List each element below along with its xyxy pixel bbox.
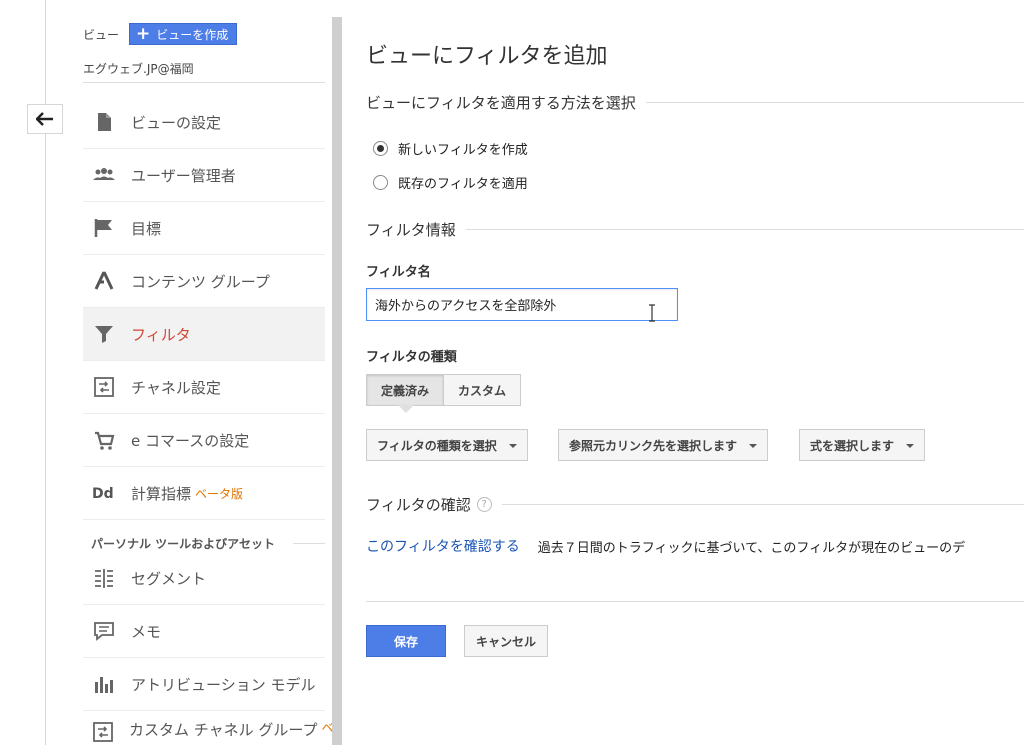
sidebar-item-label: e コマースの設定 <box>131 431 250 450</box>
back-button[interactable] <box>27 104 63 134</box>
sidebar-item-label: カスタム チャネル グループ <box>129 721 318 739</box>
sidebar-item-custom-channel-groups[interactable]: カスタム チャネル グループ ベ <box>83 711 334 745</box>
sidebar-item-label: 目標 <box>131 219 162 238</box>
segment-icon <box>91 565 117 591</box>
sidebar: ビュー + ビューを作成 エグウェブ.JP@福岡 ビューの設定 ユーザー管理者 … <box>83 0 334 745</box>
heading-rule <box>465 229 1024 230</box>
document-icon <box>91 109 117 135</box>
chevron-down-icon <box>508 444 517 448</box>
filter-type-dropdown[interactable]: フィルタの種類を選択 <box>366 429 528 461</box>
chevron-down-icon <box>906 444 915 448</box>
radio-new-filter[interactable]: 新しいフィルタを作成 <box>373 139 528 158</box>
filter-info-heading-text: フィルタ情報 <box>366 221 456 239</box>
sidebar-item-content-groups[interactable]: コンテンツ グループ <box>83 255 325 308</box>
radio-new-filter-label: 新しいフィルタを作成 <box>398 143 528 158</box>
attribution-icon <box>91 671 117 697</box>
sidebar-item-label: メモ <box>131 622 162 641</box>
expression-dropdown[interactable]: 式を選択します <box>799 429 926 461</box>
sidebar-item-label: アトリビューション モデル <box>131 675 316 694</box>
radio-button-selected[interactable] <box>373 141 388 156</box>
tab-custom[interactable]: カスタム <box>444 374 522 406</box>
cart-icon <box>91 427 117 453</box>
channel-icon <box>91 374 117 400</box>
source-destination-dropdown-label: 参照元カリンク先を選択します <box>569 438 738 453</box>
view-header: ビュー + ビューを作成 <box>83 23 238 45</box>
back-arrow-icon <box>36 112 53 126</box>
svg-text:Dd: Dd <box>92 486 114 502</box>
sidebar-item-label: ビューの設定 <box>131 113 222 132</box>
radio-existing-filter-label: 既存のフィルタを適用 <box>398 177 528 192</box>
plus-icon: + <box>136 23 151 44</box>
flag-icon <box>91 215 117 241</box>
memo-icon <box>91 618 117 644</box>
verify-filter-link[interactable]: このフィルタを確認する <box>366 536 520 556</box>
sidebar-item-goals[interactable]: 目標 <box>83 202 325 255</box>
expression-dropdown-label: 式を選択します <box>810 438 895 453</box>
filter-info-heading: フィルタ情報 <box>366 219 1024 240</box>
custom-channel-icon <box>91 719 115 745</box>
radio-existing-filter[interactable]: 既存のフィルタを適用 <box>373 173 528 192</box>
main-panel: ビューにフィルタを追加 ビューにフィルタを適用する方法を選択 新しいフィルタを作… <box>366 0 1024 745</box>
chevron-down-icon <box>749 444 758 448</box>
sidebar-item-view-settings[interactable]: ビューの設定 <box>83 96 325 149</box>
content-group-icon <box>91 268 117 294</box>
sidebar-item-label: セグメント <box>131 569 207 588</box>
panel-divider <box>332 17 342 745</box>
sidebar-item-label: ユーザー管理者 <box>131 166 236 185</box>
users-icon <box>91 162 117 188</box>
create-view-label: ビューを作成 <box>156 27 229 42</box>
dd-icon: Dd <box>91 480 117 506</box>
sidebar-item-ecommerce[interactable]: e コマースの設定 <box>83 414 325 467</box>
sidebar-item-segments[interactable]: セグメント <box>83 552 325 605</box>
tab-pointer <box>398 405 414 413</box>
filter-icon <box>91 321 117 347</box>
verify-description: 過去７日間のトラフィックに基づいて、このフィルタが現在のビューのデ <box>537 540 966 556</box>
source-destination-dropdown[interactable]: 参照元カリンク先を選択します <box>558 429 769 461</box>
filter-type-label: フィルタの種類 <box>366 350 457 365</box>
filter-name-input[interactable] <box>366 288 678 321</box>
filter-type-dropdown-label: フィルタの種類を選択 <box>377 438 497 453</box>
section-divider <box>293 543 325 544</box>
save-button[interactable]: 保存 <box>366 625 446 657</box>
page-title: ビューにフィルタを追加 <box>366 44 608 69</box>
section-heading-personal-tools: パーソナル ツールおよびアセット <box>91 537 275 551</box>
heading-rule <box>501 504 1024 505</box>
heading-rule <box>645 102 1024 103</box>
filter-type-toggle: 定義済み カスタム <box>366 374 522 406</box>
sidebar-item-label: チャネル設定 <box>131 378 221 397</box>
filter-name-label: フィルタ名 <box>366 265 431 280</box>
text-cursor-icon <box>649 304 655 322</box>
account-name: エグウェブ.JP@福岡 <box>83 62 194 76</box>
radio-button[interactable] <box>373 175 388 190</box>
view-label: ビュー <box>83 27 120 42</box>
sidebar-item-memo[interactable]: メモ <box>83 605 325 658</box>
beta-badge: ベータ版 <box>195 486 244 501</box>
account-divider <box>83 82 325 83</box>
sidebar-item-channel-settings[interactable]: チャネル設定 <box>83 361 325 414</box>
sidebar-item-filters[interactable]: フィルタ <box>83 308 325 361</box>
apply-method-heading-text: ビューにフィルタを適用する方法を選択 <box>366 94 636 112</box>
sidebar-item-attribution-models[interactable]: アトリビューション モデル <box>83 658 325 711</box>
sidebar-item-label: フィルタ <box>131 325 191 344</box>
create-view-button[interactable]: + ビューを作成 <box>129 23 238 45</box>
sidebar-item-user-management[interactable]: ユーザー管理者 <box>83 149 325 202</box>
tab-predefined[interactable]: 定義済み <box>366 374 445 406</box>
cancel-button[interactable]: キャンセル <box>464 625 548 657</box>
sidebar-item-label: 計算指標 <box>131 484 192 503</box>
sidebar-item-calculated-metrics[interactable]: Dd 計算指標 ベータ版 <box>83 467 325 520</box>
filter-verification-heading-text: フィルタの確認 <box>366 496 471 514</box>
actions-divider <box>366 601 1024 602</box>
verify-row: このフィルタを確認する 過去７日間のトラフィックに基づいて、このフィルタが現在の… <box>366 536 1024 556</box>
filter-verification-heading: フィルタの確認 ? <box>366 494 1024 515</box>
sidebar-item-label: コンテンツ グループ <box>131 272 270 291</box>
help-icon[interactable]: ? <box>476 497 492 512</box>
apply-method-heading: ビューにフィルタを適用する方法を選択 <box>366 92 1024 113</box>
